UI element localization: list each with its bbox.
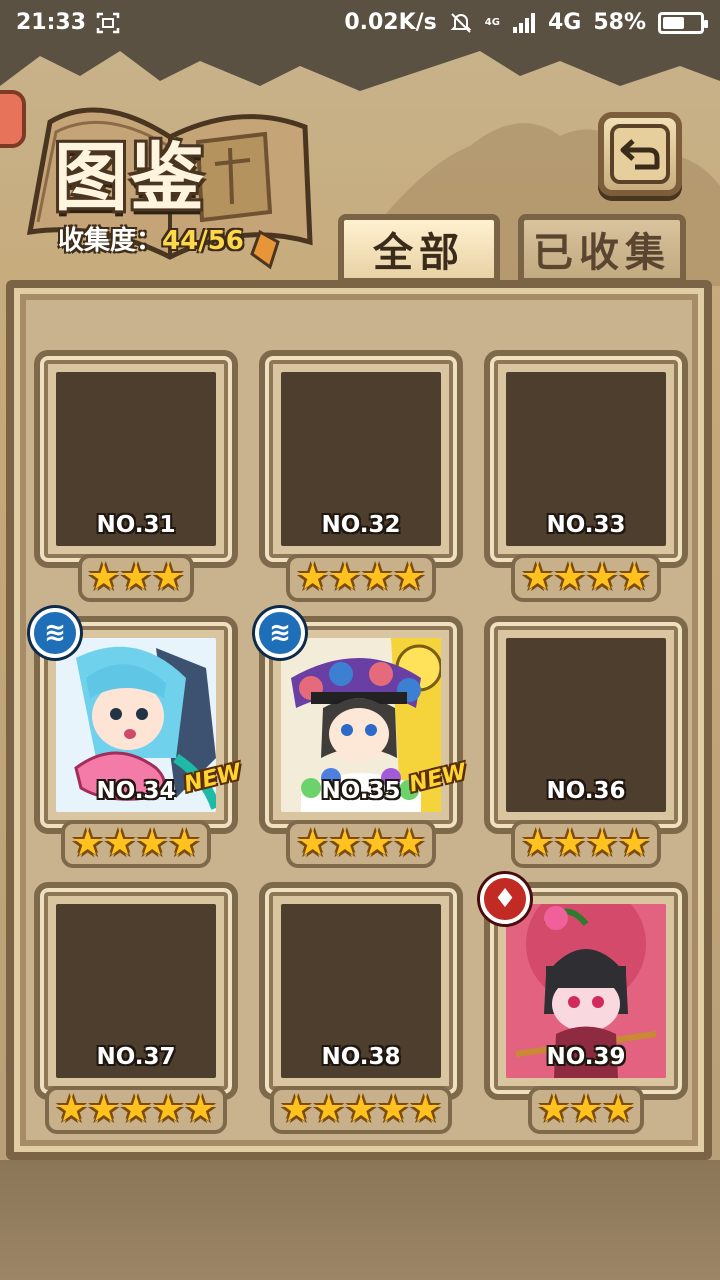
star-icon: ★: [312, 1089, 345, 1130]
back-arrow-icon: [620, 139, 660, 170]
star-icon: ★: [586, 823, 619, 864]
card-number: NO.32: [321, 512, 401, 538]
star-icon: ★: [328, 557, 361, 598]
network-type: 4G: [547, 10, 582, 35]
star-rating: ★ ★ ★ ★: [484, 554, 688, 602]
card-no-34[interactable]: ≋ NO.34 NEW ★ ★ ★ ★: [30, 608, 244, 868]
card-number: NO.33: [546, 512, 626, 538]
card-number: NO.39: [546, 1044, 626, 1070]
card-no-31[interactable]: NO.31 ★ ★ ★: [34, 350, 238, 602]
card-no-35[interactable]: ≋ NO.35 NEW ★ ★ ★ ★: [255, 608, 469, 868]
bottom-background: [0, 1160, 720, 1280]
star-icon: ★: [296, 557, 329, 598]
battery-icon: [658, 11, 708, 34]
fire-element-icon: ♦: [480, 874, 530, 924]
card-no-38[interactable]: NO.38 ★ ★ ★ ★ ★: [259, 882, 463, 1134]
card-number: NO.37: [96, 1044, 176, 1070]
star-icon: ★: [393, 823, 426, 864]
back-button[interactable]: [598, 112, 682, 196]
star-rating: ★ ★ ★: [484, 1086, 688, 1134]
star-icon: ★: [521, 823, 554, 864]
star-icon: ★: [152, 557, 185, 598]
star-icon: ★: [55, 1089, 88, 1130]
card-no-36[interactable]: NO.36 ★ ★ ★ ★: [484, 616, 688, 868]
star-rating: ★ ★ ★ ★: [259, 554, 463, 602]
star-icon: ★: [553, 823, 586, 864]
star-icon: ★: [119, 1089, 153, 1130]
network-type-small: 4G: [484, 16, 500, 28]
star-icon: ★: [152, 1089, 185, 1130]
star-icon: ★: [377, 1089, 410, 1130]
card-number: NO.38: [321, 1044, 401, 1070]
star-rating: ★ ★ ★: [34, 554, 238, 602]
page-title: 图鉴: [54, 135, 206, 221]
network-speed: 0.02K/s: [344, 10, 437, 35]
collection-label: 收集度：: [58, 226, 163, 256]
star-icon: ★: [521, 557, 554, 598]
star-icon: ★: [280, 1089, 313, 1130]
collection-progress: 收集度：44/56: [58, 220, 244, 257]
card-no-37[interactable]: NO.37 ★ ★ ★ ★ ★: [34, 882, 238, 1134]
star-icon: ★: [618, 557, 651, 598]
star-icon: ★: [344, 1089, 378, 1130]
water-element-icon: ≋: [255, 608, 305, 658]
star-icon: ★: [618, 823, 651, 864]
star-icon: ★: [393, 557, 426, 598]
star-icon: ★: [168, 823, 201, 864]
star-icon: ★: [119, 557, 153, 598]
star-icon: ★: [553, 557, 586, 598]
star-icon: ★: [87, 1089, 120, 1130]
star-rating: ★ ★ ★ ★ ★: [259, 1086, 463, 1134]
card-no-32[interactable]: NO.32 ★ ★ ★ ★: [259, 350, 463, 602]
tab-collected-label: 已收集: [533, 230, 671, 276]
star-icon: ★: [136, 823, 169, 864]
star-icon: ★: [103, 823, 136, 864]
collection-value: 44/56: [162, 226, 244, 256]
star-icon: ★: [537, 1089, 570, 1130]
tab-all[interactable]: 全部: [338, 214, 500, 284]
star-rating: ★ ★ ★ ★: [259, 820, 463, 868]
battery-percent: 58%: [593, 10, 646, 35]
screenshot-icon: [96, 12, 120, 34]
card-number: NO.36: [546, 778, 626, 804]
star-icon: ★: [569, 1089, 603, 1130]
star-rating: ★ ★ ★ ★: [484, 820, 688, 868]
card-number: NO.31: [96, 512, 176, 538]
star-icon: ★: [602, 1089, 635, 1130]
status-bar: 21:33 0.02K/s 4G 4G 58%: [0, 0, 720, 46]
star-icon: ★: [87, 557, 120, 598]
mute-icon: [449, 12, 473, 34]
card-no-33[interactable]: NO.33 ★ ★ ★ ★: [484, 350, 688, 602]
water-element-icon: ≋: [30, 608, 80, 658]
star-rating: ★ ★ ★ ★: [34, 820, 238, 868]
star-icon: ★: [361, 823, 394, 864]
tab-collected[interactable]: 已收集: [518, 214, 686, 284]
star-icon: ★: [71, 823, 104, 864]
star-icon: ★: [409, 1089, 442, 1130]
star-icon: ★: [328, 823, 361, 864]
star-icon: ★: [586, 557, 619, 598]
star-icon: ★: [361, 557, 394, 598]
star-rating: ★ ★ ★ ★ ★: [34, 1086, 238, 1134]
star-icon: ★: [184, 1089, 217, 1130]
status-time: 21:33: [16, 10, 87, 35]
signal-icon: [512, 12, 536, 34]
star-icon: ★: [296, 823, 329, 864]
tab-all-label: 全部: [373, 230, 465, 276]
card-no-39[interactable]: ♦ NO.39 ★ ★ ★: [480, 874, 688, 1134]
